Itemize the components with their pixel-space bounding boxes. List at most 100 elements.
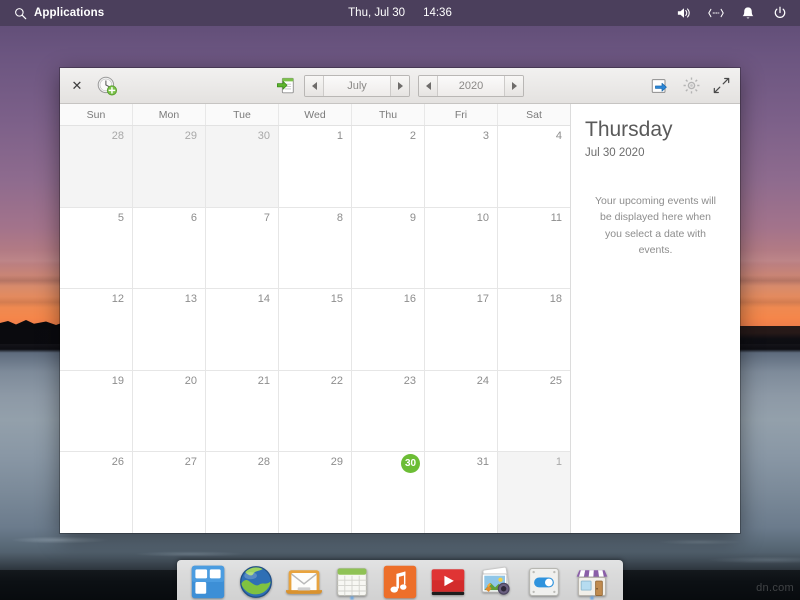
power-icon[interactable] bbox=[772, 5, 788, 21]
month-value[interactable]: July bbox=[324, 76, 390, 96]
month-prev-button[interactable] bbox=[305, 76, 324, 96]
day-cell-selected[interactable]: 30 bbox=[352, 452, 425, 533]
day-number: 22 bbox=[330, 374, 343, 387]
calendar-weeks: 28 29 30 1 2 3 4 5 6 7 8 9 10 11 12 13 14 15 16 17 18 19 20 21 2… bbox=[60, 126, 570, 533]
day-cell[interactable]: 21 bbox=[206, 370, 279, 452]
day-cell[interactable]: 13 bbox=[133, 289, 206, 370]
day-cell[interactable]: 20 bbox=[133, 370, 206, 452]
day-number: 21 bbox=[257, 374, 270, 387]
day-cell[interactable]: 29 bbox=[279, 452, 352, 533]
dock-item-video[interactable] bbox=[427, 558, 469, 600]
calendar-toolbar: ✕ July 2020 bbox=[60, 68, 740, 104]
day-number: 30 bbox=[401, 454, 420, 474]
dock-item-applications[interactable] bbox=[187, 558, 229, 600]
dock bbox=[177, 560, 623, 600]
day-number: 3 bbox=[482, 130, 489, 142]
day-cell[interactable]: 17 bbox=[425, 289, 498, 370]
desktop: Applications Thu, Jul 30 14:36 ✕ July 20… bbox=[0, 0, 800, 600]
day-cell[interactable]: 9 bbox=[352, 207, 425, 289]
clock-date[interactable]: Thu, Jul 30 bbox=[348, 7, 405, 19]
day-cell[interactable]: 19 bbox=[60, 370, 133, 452]
day-number: 10 bbox=[476, 211, 489, 224]
day-cell[interactable]: 18 bbox=[498, 289, 570, 370]
day-cell[interactable]: 28 bbox=[60, 126, 133, 207]
dock-item-web-browser[interactable] bbox=[235, 558, 277, 600]
month-next-button[interactable] bbox=[390, 76, 409, 96]
year-value[interactable]: 2020 bbox=[438, 76, 504, 96]
day-cell[interactable]: 1 bbox=[279, 126, 352, 207]
day-cell[interactable]: 1 bbox=[498, 452, 570, 533]
day-cell[interactable]: 8 bbox=[279, 207, 352, 289]
day-cell[interactable]: 3 bbox=[425, 126, 498, 207]
dock-item-software-store[interactable] bbox=[571, 558, 613, 600]
day-number: 29 bbox=[330, 456, 343, 469]
applications-label: Applications bbox=[34, 7, 105, 19]
day-cell[interactable]: 30 bbox=[206, 126, 279, 207]
day-number: 5 bbox=[117, 211, 124, 224]
day-number: 4 bbox=[555, 130, 562, 142]
day-cell[interactable]: 14 bbox=[206, 289, 279, 370]
running-indicator bbox=[349, 595, 355, 600]
weekday-header-tue: Tue bbox=[206, 104, 279, 125]
day-cell[interactable]: 16 bbox=[352, 289, 425, 370]
network-icon[interactable] bbox=[708, 5, 724, 21]
day-cell[interactable]: 23 bbox=[352, 370, 425, 452]
close-window-button[interactable]: ✕ bbox=[70, 78, 84, 93]
fullscreen-arrows-icon[interactable] bbox=[713, 77, 730, 94]
chevron-right-icon bbox=[397, 82, 403, 90]
dock-item-calendar[interactable] bbox=[331, 558, 373, 600]
day-cell[interactable]: 15 bbox=[279, 289, 352, 370]
dock-item-photos[interactable] bbox=[475, 558, 517, 600]
day-number: 28 bbox=[111, 130, 124, 142]
day-number: 1 bbox=[336, 130, 343, 142]
gear-icon[interactable] bbox=[682, 76, 701, 95]
day-cell[interactable]: 12 bbox=[60, 289, 133, 370]
import-document-icon[interactable] bbox=[276, 76, 296, 96]
day-cell[interactable]: 5 bbox=[60, 207, 133, 289]
day-cell[interactable]: 28 bbox=[206, 452, 279, 533]
day-cell[interactable]: 25 bbox=[498, 370, 570, 452]
day-cell[interactable]: 31 bbox=[425, 452, 498, 533]
export-arrow-icon[interactable] bbox=[650, 76, 670, 96]
week-row: 28 29 30 1 2 3 4 bbox=[60, 126, 570, 208]
clock-add-icon[interactable] bbox=[96, 75, 118, 97]
day-cell[interactable]: 4 bbox=[498, 126, 570, 207]
day-cell[interactable]: 11 bbox=[498, 207, 570, 289]
day-number: 27 bbox=[184, 456, 197, 469]
day-cell[interactable]: 6 bbox=[133, 207, 206, 289]
year-prev-button[interactable] bbox=[419, 76, 438, 96]
day-cell[interactable]: 29 bbox=[133, 126, 206, 207]
bell-icon[interactable] bbox=[740, 5, 756, 21]
day-cell[interactable]: 26 bbox=[60, 452, 133, 533]
day-number: 16 bbox=[403, 293, 416, 306]
weekday-header-fri: Fri bbox=[425, 104, 498, 125]
clock-time[interactable]: 14:36 bbox=[423, 7, 452, 19]
day-number: 24 bbox=[476, 374, 489, 387]
dock-item-music[interactable] bbox=[379, 558, 421, 600]
dock-item-mail[interactable] bbox=[283, 558, 325, 600]
day-number: 19 bbox=[111, 374, 124, 387]
weekday-header-sun: Sun bbox=[60, 104, 133, 125]
year-next-button[interactable] bbox=[504, 76, 523, 96]
weekday-header-mon: Mon bbox=[133, 104, 206, 125]
day-cell[interactable]: 27 bbox=[133, 452, 206, 533]
day-cell[interactable]: 22 bbox=[279, 370, 352, 452]
toolbar-center-group: July 2020 bbox=[60, 68, 740, 104]
day-cell[interactable]: 7 bbox=[206, 207, 279, 289]
weekday-header-wed: Wed bbox=[279, 104, 352, 125]
day-cell[interactable]: 24 bbox=[425, 370, 498, 452]
dock-item-settings[interactable] bbox=[523, 558, 565, 600]
play-button-icon bbox=[430, 564, 466, 600]
applications-menu-button[interactable]: Applications bbox=[8, 0, 108, 26]
search-icon bbox=[12, 5, 28, 21]
sidebar-weekday-title: Thursday bbox=[585, 118, 673, 141]
toolbar-left-group: ✕ bbox=[70, 75, 118, 97]
photos-icon bbox=[478, 564, 514, 600]
day-number: 28 bbox=[257, 456, 270, 469]
volume-icon[interactable] bbox=[676, 5, 692, 21]
day-cell[interactable]: 2 bbox=[352, 126, 425, 207]
day-number: 26 bbox=[111, 456, 124, 469]
day-cell[interactable]: 10 bbox=[425, 207, 498, 289]
day-number: 29 bbox=[184, 130, 197, 142]
day-number: 9 bbox=[409, 211, 416, 224]
